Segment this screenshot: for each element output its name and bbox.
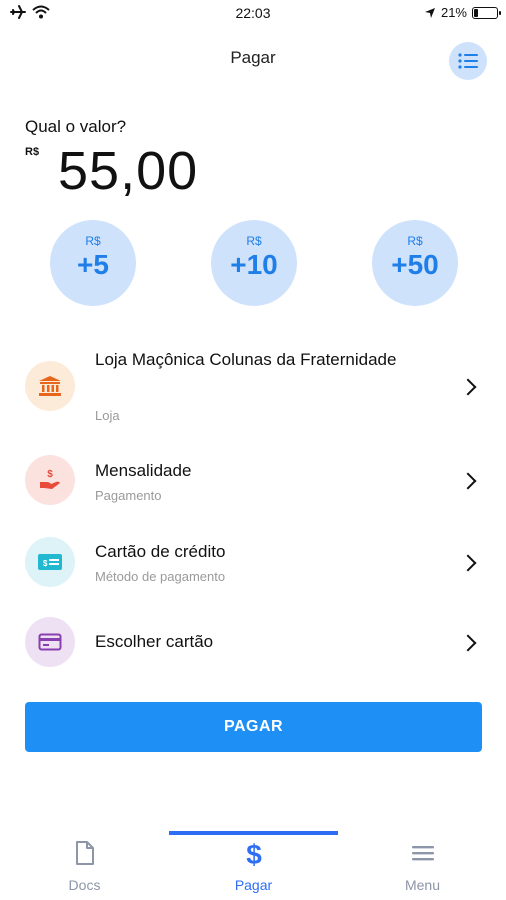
tab-pagar[interactable]: $ Pagar [169, 839, 338, 893]
amount-currency: R$ [25, 146, 40, 158]
dollar-icon: $ [246, 839, 262, 870]
document-icon [75, 841, 94, 865]
battery-fill [474, 8, 478, 17]
battery-percent: 21% [440, 5, 467, 20]
list-item-subtitle: Pagamento [95, 488, 162, 503]
active-tab-indicator [169, 831, 338, 835]
quick-add-currency: R$ [85, 234, 101, 248]
status-bar: 22:03 21% [0, 0, 506, 28]
hand-coin-icon: $ [25, 455, 75, 505]
list-item-subtitle: Loja [95, 408, 120, 423]
list-item-title: Escolher cartão [95, 632, 214, 651]
tab-label: Menu [404, 877, 441, 893]
status-right: 21% [424, 5, 501, 20]
quick-add-value: +10 [230, 249, 278, 280]
quick-add-currency: R$ [407, 234, 423, 248]
credit-card-icon: $ [25, 537, 75, 587]
tab-label: Pagar [234, 877, 273, 893]
list-item-escolher-cartao[interactable]: Escolher cartão [0, 617, 506, 669]
list-icon [458, 53, 478, 69]
battery-icon [472, 6, 501, 19]
list-item-title: Cartão de crédito [95, 542, 226, 561]
chevron-right-icon [459, 472, 477, 490]
card-outline-icon [25, 617, 75, 667]
chevron-right-icon [459, 634, 477, 652]
quick-add-value: +5 [77, 249, 109, 280]
list-item-cartao-credito[interactable]: $ Cartão de crédito Método de pagamento [0, 537, 506, 597]
list-item-title: Loja Maçônica Colunas da Fraternidade [95, 350, 397, 369]
page-title: Pagar [230, 48, 276, 67]
tab-menu[interactable]: Menu [338, 840, 506, 893]
tab-label: Docs [68, 877, 101, 893]
tab-docs[interactable]: Docs [0, 840, 169, 893]
quick-add-5-button[interactable]: R$ +5 [50, 220, 136, 306]
quick-add-10-button[interactable]: R$ +10 [211, 220, 297, 306]
quick-add-value: +50 [391, 249, 439, 280]
svg-text:$: $ [246, 840, 262, 868]
list-item-mensalidade[interactable]: $ Mensalidade Pagamento [0, 455, 506, 515]
location-arrow-icon [424, 7, 435, 18]
list-button[interactable] [449, 42, 487, 80]
amount-question: Qual o valor? [25, 117, 127, 136]
bank-icon [25, 361, 75, 411]
list-item-loja[interactable]: Loja Maçônica Colunas da Fraternidade Lo… [0, 345, 506, 430]
list-item-subtitle: Método de pagamento [95, 569, 226, 584]
chevron-right-icon [459, 378, 477, 396]
amount-value[interactable]: 55,00 [58, 140, 198, 202]
menu-icon [411, 846, 434, 861]
chevron-right-icon [459, 554, 477, 572]
quick-add-50-button[interactable]: R$ +50 [372, 220, 458, 306]
pay-button[interactable]: PAGAR [25, 702, 482, 752]
list-item-title: Mensalidade [95, 461, 192, 480]
svg-text:$: $ [47, 469, 53, 480]
quick-add-currency: R$ [246, 234, 262, 248]
svg-text:$: $ [43, 559, 48, 568]
